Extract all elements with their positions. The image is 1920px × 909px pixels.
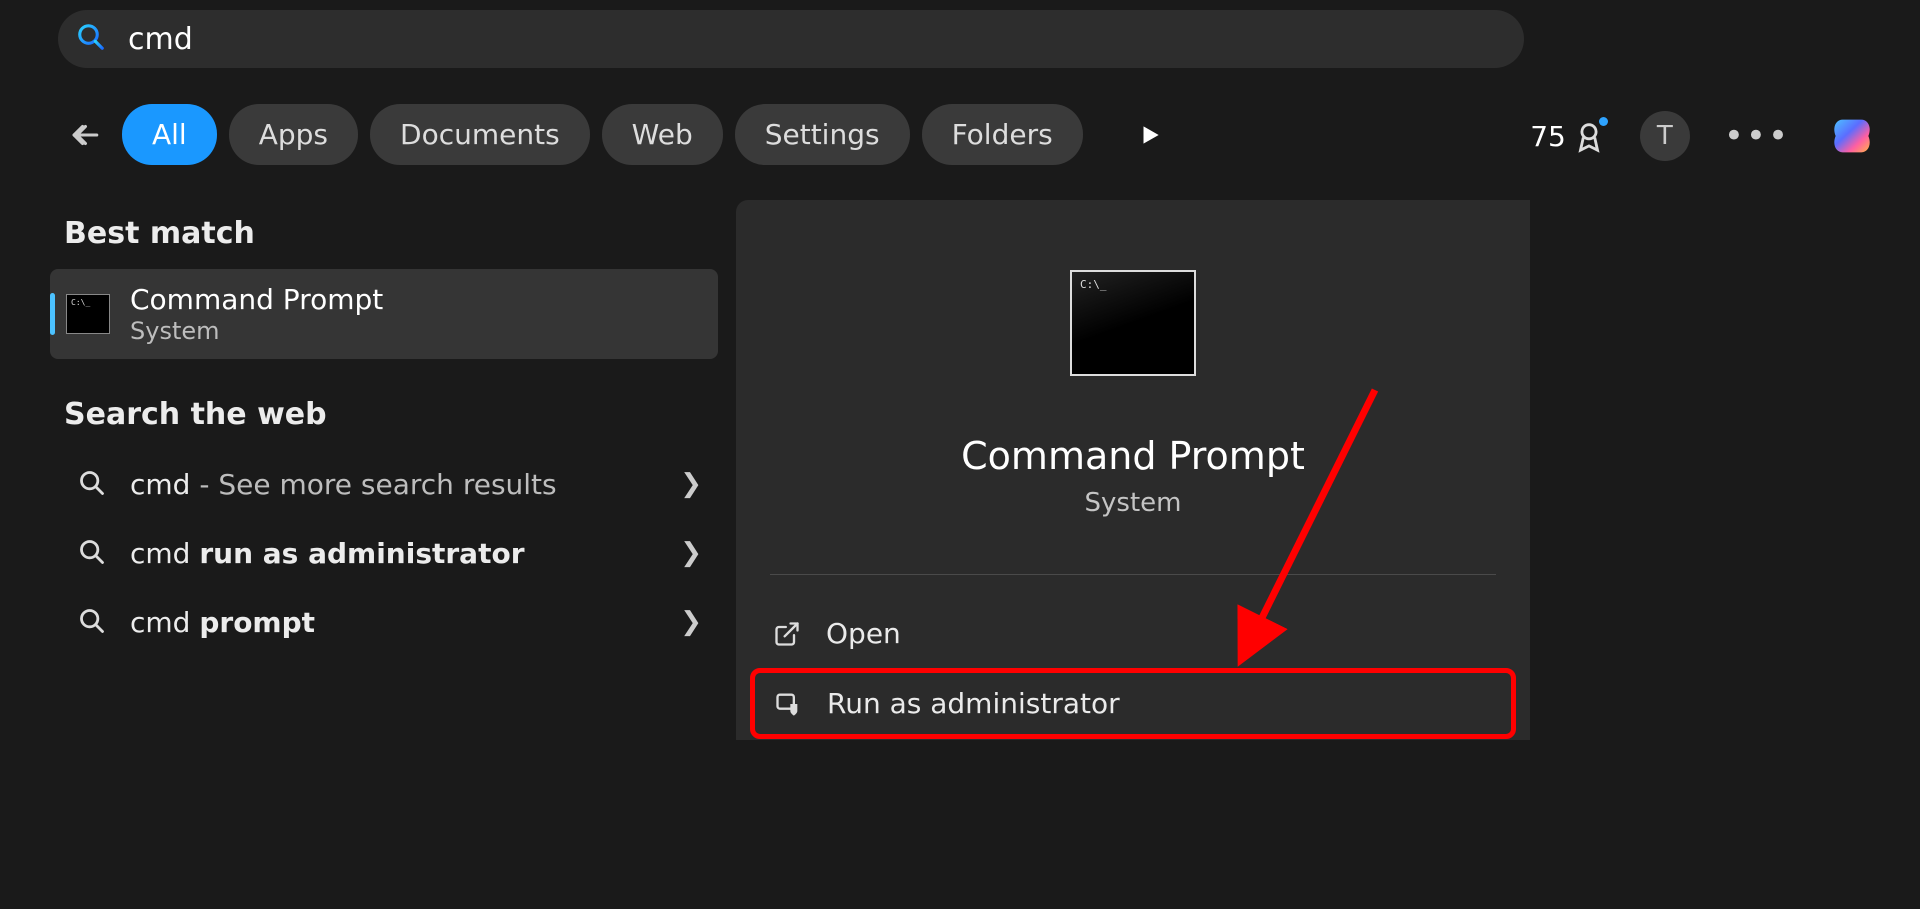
search-web-heading: Search the web [64, 397, 718, 432]
web-result-2[interactable]: cmd prompt ❯ [50, 588, 718, 657]
search-input[interactable] [128, 22, 1506, 57]
tab-apps[interactable]: Apps [229, 104, 358, 165]
best-match-subtitle: System [130, 317, 383, 345]
copilot-button[interactable] [1824, 108, 1880, 164]
tab-settings[interactable]: Settings [735, 104, 910, 165]
admin-shield-icon [773, 689, 803, 719]
command-prompt-icon: C:\_ [66, 294, 110, 334]
rewards-points: 75 [1530, 120, 1566, 153]
best-match-title: Command Prompt [130, 283, 383, 317]
open-icon [772, 619, 802, 649]
details-panel: C:\_ Command Prompt System Open Run as a… [736, 200, 1530, 740]
tab-documents[interactable]: Documents [370, 104, 590, 165]
web-result-text: cmd prompt [130, 606, 658, 639]
rewards-icon [1572, 119, 1606, 153]
user-avatar[interactable]: T [1640, 111, 1690, 161]
best-match-heading: Best match [64, 216, 718, 251]
best-match-result[interactable]: C:\_ Command Prompt System [50, 269, 718, 359]
details-actions: Open Run as administrator [736, 575, 1530, 739]
search-bar [58, 10, 1524, 68]
chevron-right-icon: ❯ [680, 538, 702, 568]
action-run-as-admin-label: Run as administrator [827, 687, 1120, 720]
header-right: 75 T ••• [1530, 108, 1880, 164]
web-result-text: cmd - See more search results [130, 468, 658, 501]
action-run-as-admin[interactable]: Run as administrator [750, 668, 1516, 739]
details-subtitle: System [1085, 488, 1182, 518]
search-icon [78, 538, 108, 568]
web-result-0[interactable]: cmd - See more search results ❯ [50, 450, 718, 519]
web-result-text: cmd run as administrator [130, 537, 658, 570]
action-open[interactable]: Open [750, 599, 1516, 668]
action-open-label: Open [826, 617, 901, 650]
chevron-right-icon: ❯ [680, 607, 702, 637]
results-column: Best match C:\_ Command Prompt System Se… [50, 216, 718, 657]
user-initial: T [1657, 121, 1673, 151]
rewards-indicator[interactable]: 75 [1530, 119, 1606, 153]
search-icon [76, 22, 106, 56]
search-icon [78, 607, 108, 637]
back-button[interactable] [64, 115, 104, 155]
filter-row: All Apps Documents Web Settings Folders … [64, 104, 1534, 165]
details-title: Command Prompt [961, 434, 1305, 478]
best-match-text: Command Prompt System [130, 283, 383, 345]
tab-folders[interactable]: Folders [922, 104, 1083, 165]
tab-web[interactable]: Web [602, 104, 723, 165]
more-options-button[interactable]: ••• [1724, 116, 1790, 156]
command-prompt-large-icon: C:\_ [1070, 270, 1196, 376]
chevron-right-icon: ❯ [680, 469, 702, 499]
search-icon [78, 469, 108, 499]
tab-all[interactable]: All [122, 104, 217, 165]
filter-tabs: All Apps Documents Web Settings Folders … [122, 104, 1092, 165]
web-result-1[interactable]: cmd run as administrator ❯ [50, 519, 718, 588]
scroll-tabs-right-button[interactable] [1130, 115, 1170, 155]
